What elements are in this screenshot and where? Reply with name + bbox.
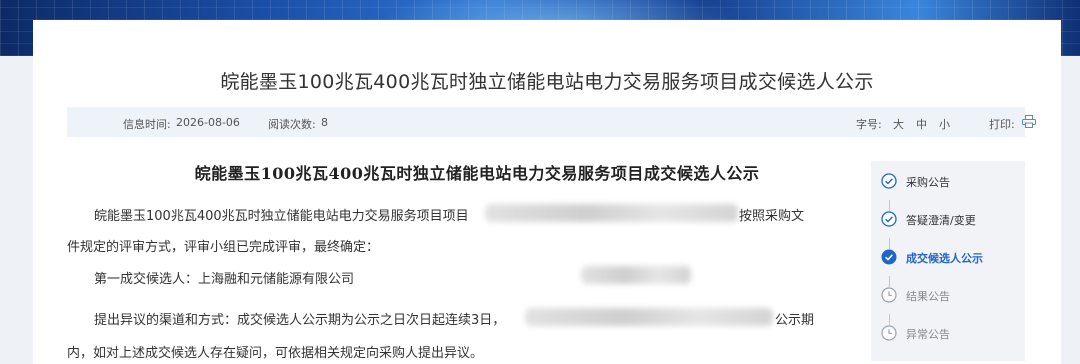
step-procurement-notice[interactable]: 采购公告: [881, 172, 1021, 190]
para1-line2: 件规定的评审方式，评审小组已完成评审，最终确定：: [67, 240, 380, 255]
font-medium-button[interactable]: 中: [916, 116, 927, 132]
font-small-button[interactable]: 小: [939, 116, 950, 132]
step-result-notice[interactable]: 结果公告: [881, 286, 1021, 304]
clock-icon: [881, 325, 897, 341]
info-bar: 信息时间: 2026-08-06 阅读次数: 8 字号: 大 中 小 打印:: [67, 107, 1036, 137]
para3-line1-end: 公示期: [775, 313, 815, 328]
content-card: 皖能墨玉100兆瓦400兆瓦时独立储能电站电力交易服务项目成交候选人公示 信息时…: [33, 20, 1061, 364]
step-label: 异常公告: [906, 328, 950, 341]
step-exception-notice[interactable]: 异常公告: [881, 324, 1021, 342]
font-large-button[interactable]: 大: [893, 116, 904, 132]
views-value: 8: [321, 116, 328, 129]
step-label: 答疑澄清/变更: [906, 214, 976, 227]
step-label: 成交候选人公示: [906, 252, 983, 265]
check-circle-icon: [881, 173, 897, 189]
redacted-text: [485, 204, 738, 222]
step-clarification[interactable]: 答疑澄清/变更: [881, 210, 1021, 228]
page-title: 皖能墨玉100兆瓦400兆瓦时独立储能电站电力交易服务项目成交候选人公示: [220, 71, 874, 93]
step-candidate-notice[interactable]: 成交候选人公示: [881, 248, 1021, 266]
info-time-value: 2026-08-06: [176, 116, 240, 129]
article-title: 皖能墨玉100兆瓦400兆瓦时独立储能电站电力交易服务项目成交候选人公示: [194, 164, 760, 183]
info-time-label: 信息时间:: [123, 118, 171, 131]
step-label: 结果公告: [906, 290, 950, 303]
print-label: 打印:: [989, 118, 1015, 131]
printer-icon[interactable]: [1022, 115, 1036, 128]
redacted-text: [525, 308, 773, 326]
para1-line1-start: 皖能墨玉100兆瓦400兆瓦时独立储能电站电力交易服务项目项目: [94, 209, 469, 224]
progress-sidebar: 采购公告 答疑澄清/变更 成交候选人公示 结果公告 异常公告: [871, 161, 1025, 361]
check-circle-icon: [881, 211, 897, 227]
font-size-label: 字号:: [856, 118, 882, 131]
views-label: 阅读次数:: [268, 118, 316, 131]
step-label: 采购公告: [906, 176, 950, 189]
para1-line1-end: 按照采购文: [739, 209, 805, 224]
candidate-line: 第一成交候选人：上海融和元储能源有限公司: [94, 272, 355, 287]
para3-line1-start: 提出异议的渠道和方式：成交候选人公示期为公示之日次日起连续3日，: [94, 313, 506, 328]
check-circle-filled-icon: [881, 249, 897, 265]
para3-line2: 内，如对上述成交候选人存在疑问，可依据相关规定向采购人提出异议。: [67, 346, 484, 361]
redacted-text: [581, 266, 691, 284]
clock-icon: [881, 287, 897, 303]
